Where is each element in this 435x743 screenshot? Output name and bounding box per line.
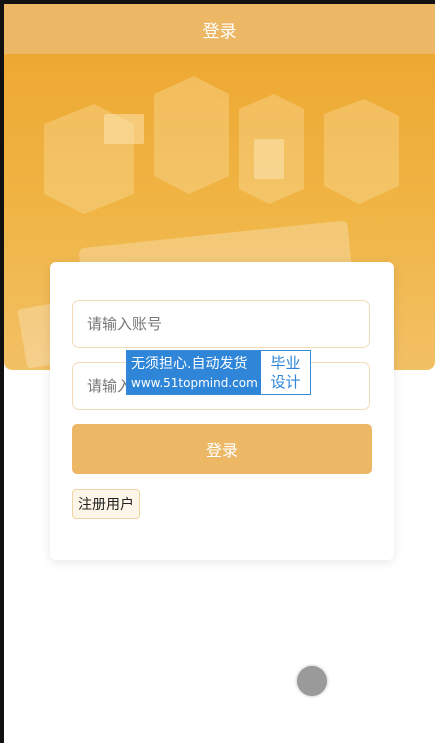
watermark-url: www.51topmind.com: [131, 375, 258, 390]
register-button[interactable]: 注册用户: [72, 489, 140, 519]
watermark-slogan: 无须担心.自动发货: [131, 355, 248, 372]
page-title: 登录: [202, 21, 237, 42]
watermark-right: 毕业 设计: [261, 351, 310, 394]
watermark-overlay: 无须担心.自动发货 www.51topmind.com 毕业 设计: [126, 350, 311, 395]
login-card: 登录 注册用户: [50, 262, 394, 560]
top-bar: 登录: [4, 4, 435, 54]
watermark-tag-line1: 毕业: [270, 353, 301, 372]
account-input[interactable]: [72, 300, 370, 348]
watermark-tag-line2: 设计: [270, 372, 301, 391]
watermark-left: 无须担心.自动发货 www.51topmind.com: [127, 351, 261, 394]
phone-screen: 登录 请输入账号 登录 注册用户 无须担心.自动发货 www.51topmind…: [4, 4, 435, 743]
login-button[interactable]: 登录: [72, 424, 372, 474]
touch-dot-icon: [297, 666, 327, 696]
